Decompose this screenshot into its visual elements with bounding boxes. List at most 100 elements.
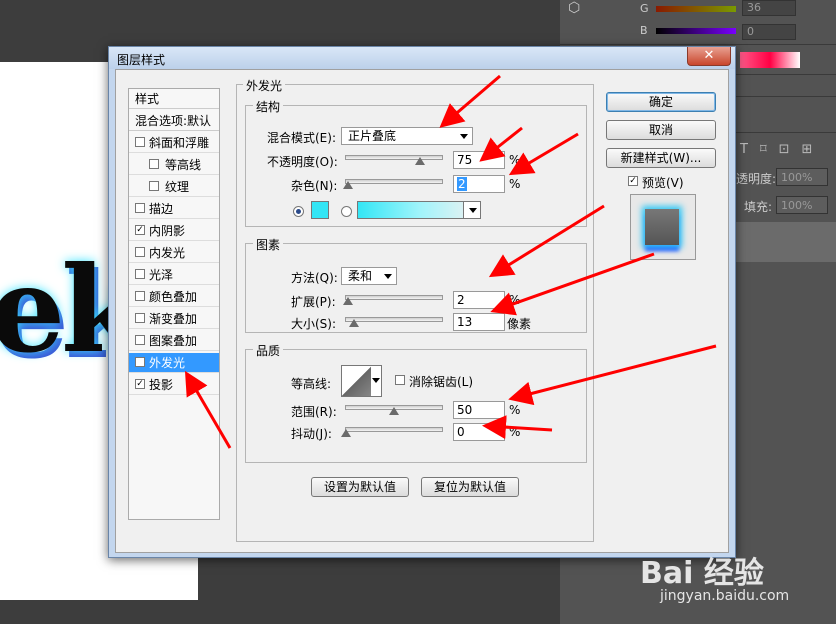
style-item-label: 外发光: [149, 356, 186, 370]
contour-dropdown[interactable]: [371, 365, 382, 397]
noise-slider-thumb[interactable]: [343, 181, 353, 189]
dialog-titlebar[interactable]: [109, 47, 735, 69]
antialias-label: 消除锯齿(L): [409, 375, 474, 389]
blend-mode-dropdown[interactable]: 正片叠底: [341, 127, 473, 145]
g-slider[interactable]: [656, 6, 736, 12]
style-item[interactable]: 纹理: [129, 177, 219, 197]
technique-label: 方法(Q):: [291, 271, 338, 285]
style-item[interactable]: 内发光: [129, 243, 219, 263]
style-item-label: 斜面和浮雕: [149, 136, 210, 150]
ok-button[interactable]: 确定: [606, 92, 716, 112]
elements-title: 图素: [253, 236, 284, 253]
opacity-input[interactable]: 75: [453, 151, 505, 169]
style-list-header[interactable]: 样式: [129, 89, 219, 109]
noise-input[interactable]: 2: [453, 175, 505, 193]
preview-checkbox[interactable]: ✓: [628, 176, 638, 186]
style-item-label: 图案叠加: [149, 334, 198, 348]
opacity-label: 不透明度(O):: [267, 155, 338, 169]
style-item-checkbox[interactable]: [135, 247, 145, 257]
layer-style-dialog: 图层样式 ✕ 样式 混合选项:默认 斜面和浮雕等高线纹理描边 ✓ 内阴影内发光光泽颜…: [108, 46, 736, 558]
style-item-checkbox[interactable]: [135, 137, 145, 147]
layer-opacity-dropdown[interactable]: 100%: [776, 168, 828, 186]
layer-fill-dropdown[interactable]: 100%: [776, 196, 828, 214]
preview-label: 预览(V): [642, 176, 684, 190]
style-item[interactable]: 斜面和浮雕: [129, 133, 219, 153]
blend-options-item[interactable]: 混合选项:默认: [129, 111, 219, 131]
style-item-label: 内发光: [149, 246, 186, 260]
style-item[interactable]: 图案叠加: [129, 331, 219, 351]
jitter-slider[interactable]: [345, 427, 443, 432]
style-item[interactable]: 颜色叠加: [129, 287, 219, 307]
dialog-title: 图层样式: [117, 53, 166, 67]
watermark-url: jingyan.baidu.com: [660, 588, 790, 604]
preview-swatch: [645, 209, 679, 245]
range-label: 范围(R):: [291, 405, 337, 419]
size-slider-thumb[interactable]: [349, 319, 359, 327]
style-item[interactable]: 渐变叠加: [129, 309, 219, 329]
size-slider[interactable]: [345, 317, 443, 322]
new-style-button[interactable]: 新建样式(W)...: [606, 148, 716, 168]
spread-slider[interactable]: [345, 295, 443, 300]
style-preview: [630, 194, 696, 260]
antialias-checkbox[interactable]: [395, 375, 405, 385]
style-item-checkbox[interactable]: ✓: [135, 379, 145, 389]
style-item[interactable]: 描边: [129, 199, 219, 219]
opacity-slider[interactable]: [345, 155, 443, 160]
glow-color-swatch[interactable]: [311, 201, 329, 219]
style-item-checkbox[interactable]: [135, 269, 145, 279]
technique-dropdown[interactable]: 柔和: [341, 267, 397, 285]
cube-icon[interactable]: ⬡: [568, 0, 590, 22]
g-value[interactable]: 36: [742, 0, 796, 16]
style-item-checkbox[interactable]: [149, 159, 159, 169]
technique-value: 柔和: [348, 269, 373, 283]
jitter-unit: %: [509, 425, 521, 439]
make-default-button[interactable]: 设置为默认值: [311, 477, 409, 497]
jitter-slider-thumb[interactable]: [341, 429, 351, 437]
color-ramp[interactable]: [740, 52, 800, 68]
panel-title: 外发光: [243, 77, 286, 94]
dialog-client: 样式 混合选项:默认 斜面和浮雕等高线纹理描边 ✓ 内阴影内发光光泽颜色叠加 渐变叠加…: [115, 69, 729, 553]
opacity-unit: %: [509, 153, 521, 167]
size-input[interactable]: 13: [453, 313, 505, 331]
baidu-watermark: Bai 经验: [640, 556, 764, 591]
chevron-down-icon: [384, 274, 392, 279]
style-item-checkbox[interactable]: [135, 313, 145, 323]
noise-slider[interactable]: [345, 179, 443, 184]
style-item[interactable]: ✓ 外发光: [129, 353, 219, 373]
noise-value: 2: [457, 177, 467, 191]
b-value[interactable]: 0: [742, 24, 796, 40]
style-item-checkbox[interactable]: ✓: [135, 225, 145, 235]
solid-color-radio[interactable]: [293, 206, 304, 217]
range-input[interactable]: 50: [453, 401, 505, 419]
style-item[interactable]: ✓ 投影: [129, 375, 219, 395]
style-item-checkbox[interactable]: [135, 203, 145, 213]
jitter-input[interactable]: 0: [453, 423, 505, 441]
style-item-checkbox[interactable]: [135, 335, 145, 345]
style-item-checkbox[interactable]: ✓: [135, 357, 145, 367]
size-label: 大小(S):: [291, 317, 337, 331]
opacity-slider-thumb[interactable]: [415, 157, 425, 165]
style-item-label: 纹理: [165, 180, 190, 194]
layer-filter-icons[interactable]: T⌑⊡⊞: [740, 142, 824, 157]
cancel-button[interactable]: 取消: [606, 120, 716, 140]
gradient-radio[interactable]: [341, 206, 352, 217]
jitter-label: 抖动(J):: [291, 427, 332, 441]
style-item-checkbox[interactable]: [149, 181, 159, 191]
style-item-checkbox[interactable]: [135, 291, 145, 301]
spread-slider-thumb[interactable]: [343, 297, 353, 305]
style-item[interactable]: ✓ 内阴影: [129, 221, 219, 241]
g-channel-label: G: [640, 2, 649, 15]
close-button[interactable]: ✕: [687, 47, 731, 66]
style-item-label: 光泽: [149, 268, 174, 282]
b-slider[interactable]: [656, 28, 736, 34]
spread-input[interactable]: 2: [453, 291, 505, 309]
style-item-label: 内阴影: [149, 224, 186, 238]
reset-default-button[interactable]: 复位为默认值: [421, 477, 519, 497]
spread-label: 扩展(P):: [291, 295, 336, 309]
contour-preview[interactable]: [341, 365, 373, 397]
b-channel-label: B: [640, 24, 648, 37]
style-item[interactable]: 光泽: [129, 265, 219, 285]
range-slider-thumb[interactable]: [389, 407, 399, 415]
style-item[interactable]: 等高线: [129, 155, 219, 175]
gradient-dropdown[interactable]: [463, 201, 481, 219]
